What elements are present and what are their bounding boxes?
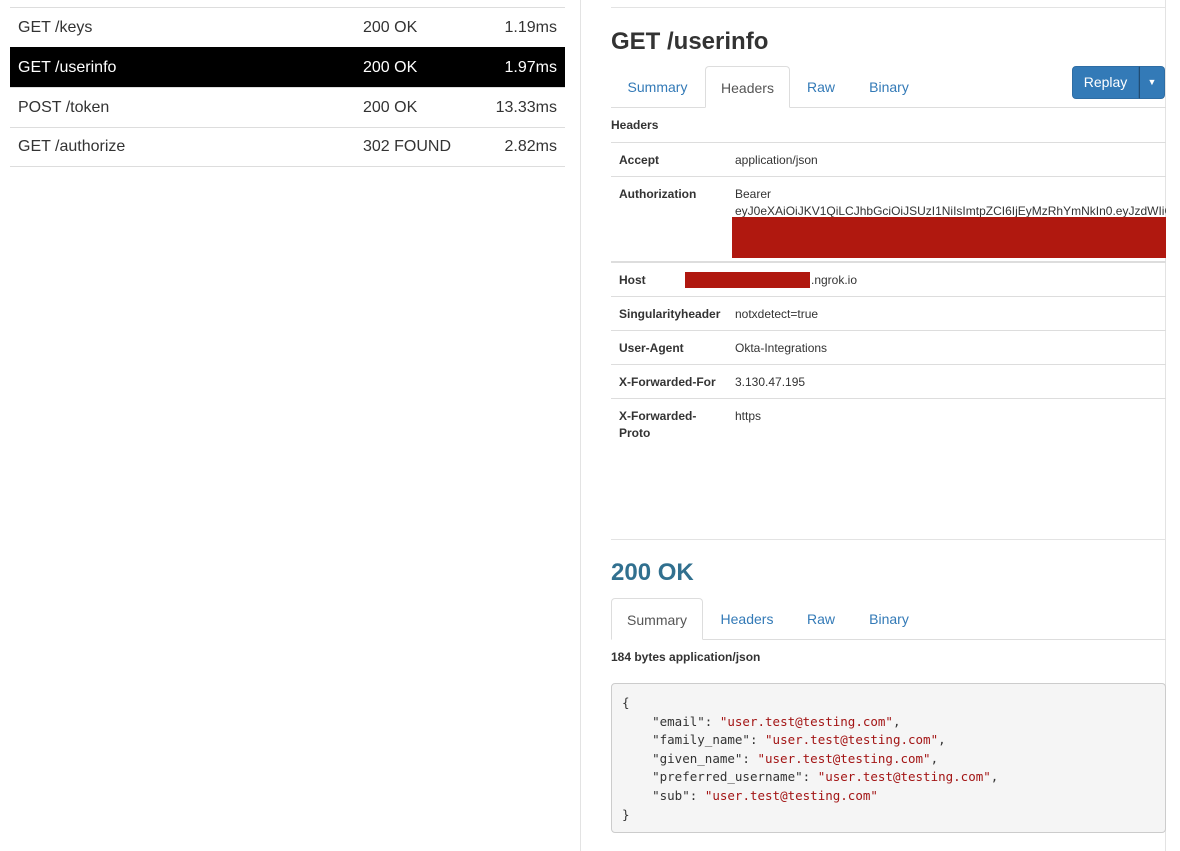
header-name: User-Agent [619, 341, 684, 355]
header-row: X-Forwarded-For 3.130.47.195 [611, 364, 1166, 399]
json-brace: } [622, 806, 630, 822]
header-row: X-Forwarded- Proto https [611, 398, 1166, 450]
json-key: "email" [652, 713, 705, 729]
header-value: Okta-Integrations [735, 341, 828, 355]
json-key: "given_name" [652, 750, 743, 766]
request-duration: 1.19ms [504, 18, 557, 36]
tab-headers[interactable]: Headers [704, 598, 790, 640]
request-detail-panel: GET /userinfo Summary Headers Raw Binary… [580, 0, 1180, 851]
tab-binary[interactable]: Binary [851, 598, 927, 640]
json-key: "family_name" [652, 732, 750, 748]
tab-binary[interactable]: Binary [851, 66, 927, 108]
response-json-body: { "email": "user.test@testing.com", "fam… [611, 683, 1166, 833]
header-value: notxdetect=true [735, 307, 819, 321]
header-row: User-Agent Okta-Integrations [611, 330, 1166, 365]
header-row: Singularityheader notxdetect=true [611, 296, 1166, 331]
json-value: "user.test@testing.com" [817, 769, 991, 785]
headers-section-label: Headers [611, 118, 659, 132]
tab-raw[interactable]: Raw [791, 598, 851, 640]
request-detail-content: GET /userinfo Summary Headers Raw Binary… [611, 0, 1166, 851]
response-title: 200 OK [611, 559, 694, 586]
json-value: "user.test@testing.com" [757, 750, 931, 766]
header-value: application/json [735, 153, 818, 167]
json-key: "sub" [652, 787, 690, 803]
tab-summary[interactable]: Summary [611, 598, 703, 640]
request-row[interactable]: GET /authorize 302 FOUND 2.82ms [10, 127, 565, 167]
request-path: GET /userinfo [18, 58, 117, 76]
request-status: 302 FOUND [363, 138, 452, 155]
json-brace: { [622, 695, 630, 710]
json-value: "user.test@testing.com" [704, 787, 878, 803]
request-duration: 2.82ms [504, 138, 557, 155]
request-status: 200 OK [363, 58, 418, 76]
request-status: 200 OK [363, 18, 418, 36]
replay-button-group: Replay ▼ [1072, 66, 1165, 99]
json-comma: , [930, 750, 939, 766]
tab-summary[interactable]: Summary [611, 66, 704, 108]
tab-headers[interactable]: Headers [705, 66, 790, 108]
json-comma: , [892, 713, 901, 729]
header-value: 3.130.47.195 [735, 375, 806, 389]
tab-raw[interactable]: Raw [791, 66, 851, 108]
request-table: GET /keys 200 OK 1.19ms GET /userinfo 20… [10, 7, 565, 167]
header-name: Authorization [619, 187, 697, 201]
json-comma: , [938, 732, 946, 748]
request-status: 200 OK [363, 98, 418, 116]
divider [611, 7, 1166, 8]
request-duration: 1.97ms [504, 58, 557, 76]
request-row-selected[interactable]: GET /userinfo 200 OK 1.97ms [10, 47, 565, 87]
json-comma: , [990, 769, 999, 785]
header-name: X-Forwarded- [619, 409, 697, 423]
response-tabs: Summary Headers Raw Binary [611, 598, 1166, 640]
json-value: "user.test@testing.com" [765, 732, 939, 748]
header-row: Accept application/json [611, 142, 1166, 177]
request-path: GET /keys [18, 18, 93, 36]
header-name: Accept [619, 153, 660, 167]
divider [611, 539, 1166, 540]
replay-button[interactable]: Replay [1072, 66, 1139, 99]
header-name: Singularityheader [619, 307, 721, 321]
request-row[interactable]: GET /keys 200 OK 1.19ms [10, 7, 565, 47]
json-key: "preferred_username" [652, 769, 803, 785]
header-name: X-Forwarded-For [619, 375, 716, 389]
header-name-continued: Proto [619, 426, 651, 440]
request-row[interactable]: POST /token 200 OK 13.33ms [10, 87, 565, 127]
header-value: .ngrok.io [811, 273, 858, 287]
header-row: Authorization Bearer eyJ0eXAiOiJKV1QiLCJ… [611, 176, 1166, 262]
redaction-block [732, 217, 1166, 258]
request-list-panel: GET /keys 200 OK 1.19ms GET /userinfo 20… [0, 0, 580, 851]
request-path: POST /token [18, 98, 110, 116]
request-duration: 13.33ms [495, 98, 557, 116]
request-path: GET /authorize [18, 138, 126, 155]
caret-down-icon[interactable]: ▼ [1139, 66, 1165, 99]
response-body-label: 184 bytes application/json [611, 650, 761, 664]
redaction-block [685, 272, 810, 288]
header-value: Bearer [735, 187, 772, 201]
json-value: "user.test@testing.com" [719, 713, 893, 729]
header-row: Host .ngrok.io [611, 261, 1166, 297]
request-title: GET /userinfo [611, 28, 769, 55]
header-value: https [735, 409, 762, 423]
